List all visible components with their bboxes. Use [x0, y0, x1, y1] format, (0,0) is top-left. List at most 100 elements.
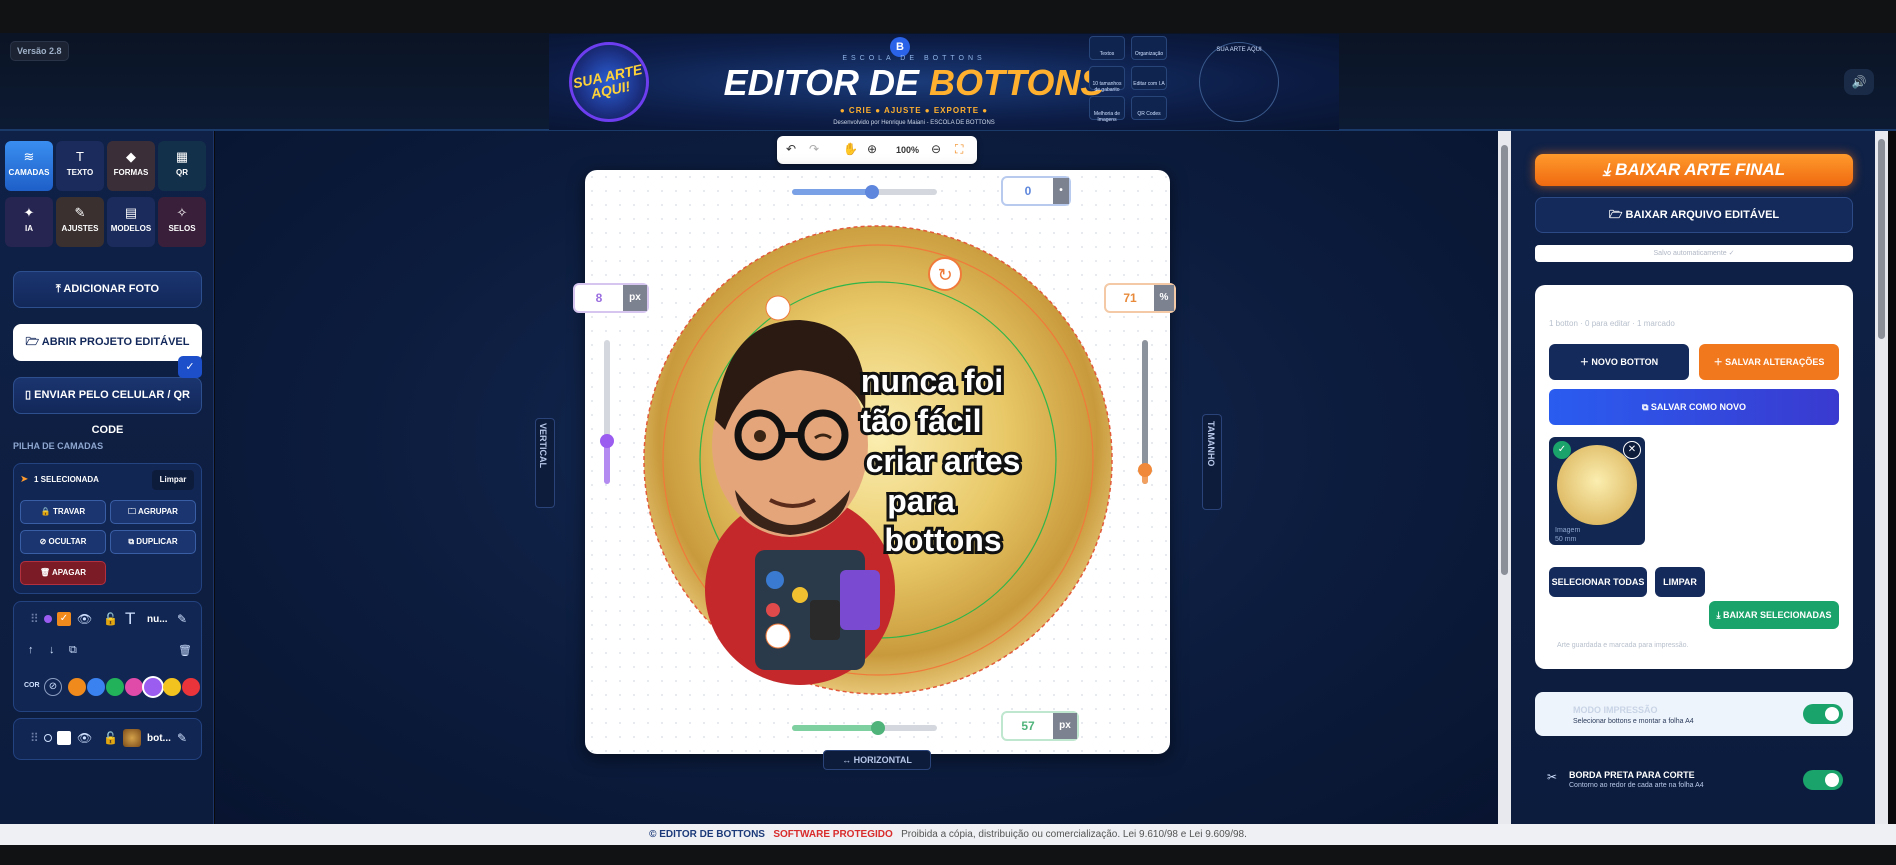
close-icon[interactable]: ✕ — [1623, 441, 1641, 459]
add-photo-button[interactable]: ⤒ ADICIONAR FOTO — [13, 271, 202, 308]
sound-toggle-button[interactable]: 🔊 — [1844, 69, 1874, 95]
color-swatch[interactable] — [106, 678, 124, 696]
undo-icon[interactable]: ↶ — [786, 142, 796, 156]
layer-name: nu... — [147, 614, 168, 625]
tool-qr[interactable]: ▦ QR — [158, 141, 206, 191]
border-cut-toggle[interactable] — [1803, 770, 1843, 790]
color-swatch[interactable] — [68, 678, 86, 696]
eye-off-icon: ⊘ — [39, 537, 49, 546]
eye-icon[interactable]: 👁 — [77, 612, 92, 626]
footer: © EDITOR DE BOTTONS SOFTWARE PROTEGIDO P… — [0, 824, 1896, 845]
border-cut-desc: Contorno ao redor de cada arte na folha … — [1569, 782, 1704, 789]
layer-color-dot — [44, 615, 52, 623]
folder-icon: 🗀 — [128, 507, 139, 516]
delete-button[interactable]: 🗑 APAGAR — [20, 561, 106, 585]
layer-item-image[interactable]: ⠿ 👁 🔓 bot... ✎ — [13, 718, 202, 760]
button-text-line: para — [887, 483, 955, 519]
tool-label: IA — [25, 224, 33, 233]
saved-button-thumbnail[interactable]: ✓ ✕ Imagem 50 mm — [1549, 437, 1645, 545]
no-color-swatch[interactable]: ⊘ — [44, 678, 62, 696]
banner-circle-preview: SUA ARTE AQUI — [1199, 42, 1279, 122]
save-as-new-button[interactable]: ⧉ SALVAR COMO NOVO — [1549, 389, 1839, 425]
check-icon[interactable]: ✓ — [1553, 441, 1571, 459]
banner-title-part1: EDITOR DE — [723, 62, 930, 103]
color-swatch[interactable] — [182, 678, 200, 696]
duplicate-layer-icon[interactable]: ⧉ — [69, 644, 77, 657]
horizontal-axis-tag: ↔ HORIZONTAL — [823, 750, 931, 770]
button-text-line: criar artes — [866, 443, 1021, 479]
edit-pencil-icon[interactable]: ✎ — [177, 731, 187, 745]
select-all-button[interactable]: SELECIONAR TODAS — [1549, 567, 1647, 597]
scrollbar-thumb[interactable] — [1501, 145, 1508, 575]
layer-checkbox[interactable]: ✓ — [57, 612, 71, 626]
banner-credit: Desenvolvido por Henrique Maiani - ESCOL… — [833, 120, 995, 126]
banner-feature-item: Melhoria de Imagens — [1089, 96, 1125, 123]
resize-handle-top[interactable] — [765, 295, 791, 321]
copy-icon: ⧉ — [1641, 402, 1651, 412]
layer-checkbox[interactable] — [57, 731, 71, 745]
button-text-line: tão fácil — [861, 403, 982, 439]
drag-handle-icon[interactable]: ⠿ — [30, 612, 39, 626]
open-project-button[interactable]: 🗁 ABRIR PROJETO EDITÁVEL — [13, 324, 202, 361]
send-phone-button[interactable]: ▯ ENVIAR PELO CELULAR / QR CODE — [13, 377, 202, 436]
layer-item-text[interactable]: ⠿ ✓ 👁 🔓 T nu... ✎ ↑ ↓ ⧉ 🗑 COR ⊘ — [13, 601, 202, 712]
button-text-group[interactable]: nunca foi tão fácil criar artes para bot… — [858, 360, 1024, 561]
button-text-line: bottons — [884, 522, 1001, 558]
vertical-axis-tag: VERTICAL — [535, 418, 555, 508]
clear-button[interactable]: LIMPAR — [1655, 567, 1705, 597]
button-artwork: nunca foi tão fácil criar artes para bot… — [643, 225, 1113, 695]
layers-icon: ≋ — [23, 149, 35, 164]
print-mode-toggle[interactable] — [1803, 704, 1843, 724]
color-swatch[interactable] — [125, 678, 143, 696]
banner-feature-item: 10 tamanhos de gabarito — [1089, 66, 1125, 93]
select-all-layers-button[interactable]: ✓ — [178, 356, 202, 378]
print-mode-desc: Selecionar bottons e montar a folha A4 — [1573, 718, 1694, 725]
color-swatch[interactable] — [144, 678, 162, 696]
edit-pencil-icon[interactable]: ✎ — [177, 612, 187, 626]
new-button-button[interactable]: ＋ NOVO BOTTON — [1549, 344, 1689, 380]
zoom-out-icon[interactable]: ⊖ — [931, 142, 941, 156]
hide-button[interactable]: ⊘ OCULTAR — [20, 530, 106, 554]
download-selected-button[interactable]: ⤓ BAIXAR SELECIONADAS — [1709, 601, 1839, 629]
hand-icon[interactable]: ✋ — [843, 142, 858, 156]
delete-layer-icon[interactable]: 🗑 — [178, 644, 192, 657]
clear-selection-button[interactable]: Limpar — [152, 470, 194, 490]
banner-feature-menu: Textos Organização 10 tamanhos de gabari… — [1089, 34, 1179, 130]
drag-handle-icon[interactable]: ⠿ — [30, 731, 39, 745]
duplicate-button[interactable]: ⧉ DUPLICAR — [110, 530, 196, 554]
tool-ai[interactable]: ✦ IA — [5, 197, 53, 247]
banner-tags: ● CRIE ● AJUSTE ● EXPORTE ● — [839, 106, 989, 115]
selection-panel: ➤ 1 SELECIONADA Limpar 🔒 TRAVAR 🗀 AGRUPA… — [13, 463, 202, 594]
artboard[interactable]: 0 • 8 px 71 % 57 px nunca foi tão fácil … — [573, 170, 1176, 754]
canvas-scrollbar[interactable] — [1498, 131, 1511, 824]
download-final-button[interactable]: ⤓ BAIXAR ARTE FINAL — [1535, 154, 1853, 186]
eye-icon[interactable]: 👁 — [77, 731, 92, 745]
group-button[interactable]: 🗀 AGRUPAR — [110, 500, 196, 524]
zoom-in-icon[interactable]: ⊕ — [867, 142, 877, 156]
save-changes-button[interactable]: ＋ SALVAR ALTERAÇÕES — [1699, 344, 1839, 380]
tool-layers[interactable]: ≋ CAMADAS — [5, 141, 53, 191]
tool-stamps[interactable]: ✧ SELOS — [158, 197, 206, 247]
scrollbar-thumb[interactable] — [1878, 139, 1885, 339]
color-swatch[interactable] — [163, 678, 181, 696]
tool-shapes[interactable]: ◆ FORMAS — [107, 141, 155, 191]
footer-protected: SOFTWARE PROTEGIDO — [773, 829, 893, 840]
right-panel-scrollbar[interactable] — [1875, 131, 1888, 824]
tool-adjustments[interactable]: ✎ AJUSTES — [56, 197, 104, 247]
lock-button[interactable]: 🔒 TRAVAR — [20, 500, 106, 524]
qr-icon: ▦ — [175, 149, 189, 164]
redo-icon[interactable]: ↷ — [809, 142, 819, 156]
download-editable-button[interactable]: 🗁 BAIXAR ARQUIVO EDITÁVEL — [1535, 197, 1853, 233]
unlock-icon[interactable]: 🔓 — [103, 731, 118, 745]
color-swatch[interactable] — [87, 678, 105, 696]
move-down-icon[interactable]: ↓ — [49, 644, 55, 656]
fit-screen-icon[interactable]: ⛶ — [955, 142, 963, 157]
move-up-icon[interactable]: ↑ — [28, 644, 34, 656]
tool-label: CAMADAS — [8, 168, 50, 177]
tool-templates[interactable]: ▤ MODELOS — [107, 197, 155, 247]
unlock-icon[interactable]: 🔓 — [103, 612, 118, 626]
resize-handle-bottom[interactable] — [765, 623, 791, 649]
lock-label: TRAVAR — [53, 507, 86, 516]
tool-text[interactable]: T TEXTO — [56, 141, 104, 191]
download-final-label: BAIXAR ARTE FINAL — [1615, 160, 1786, 179]
